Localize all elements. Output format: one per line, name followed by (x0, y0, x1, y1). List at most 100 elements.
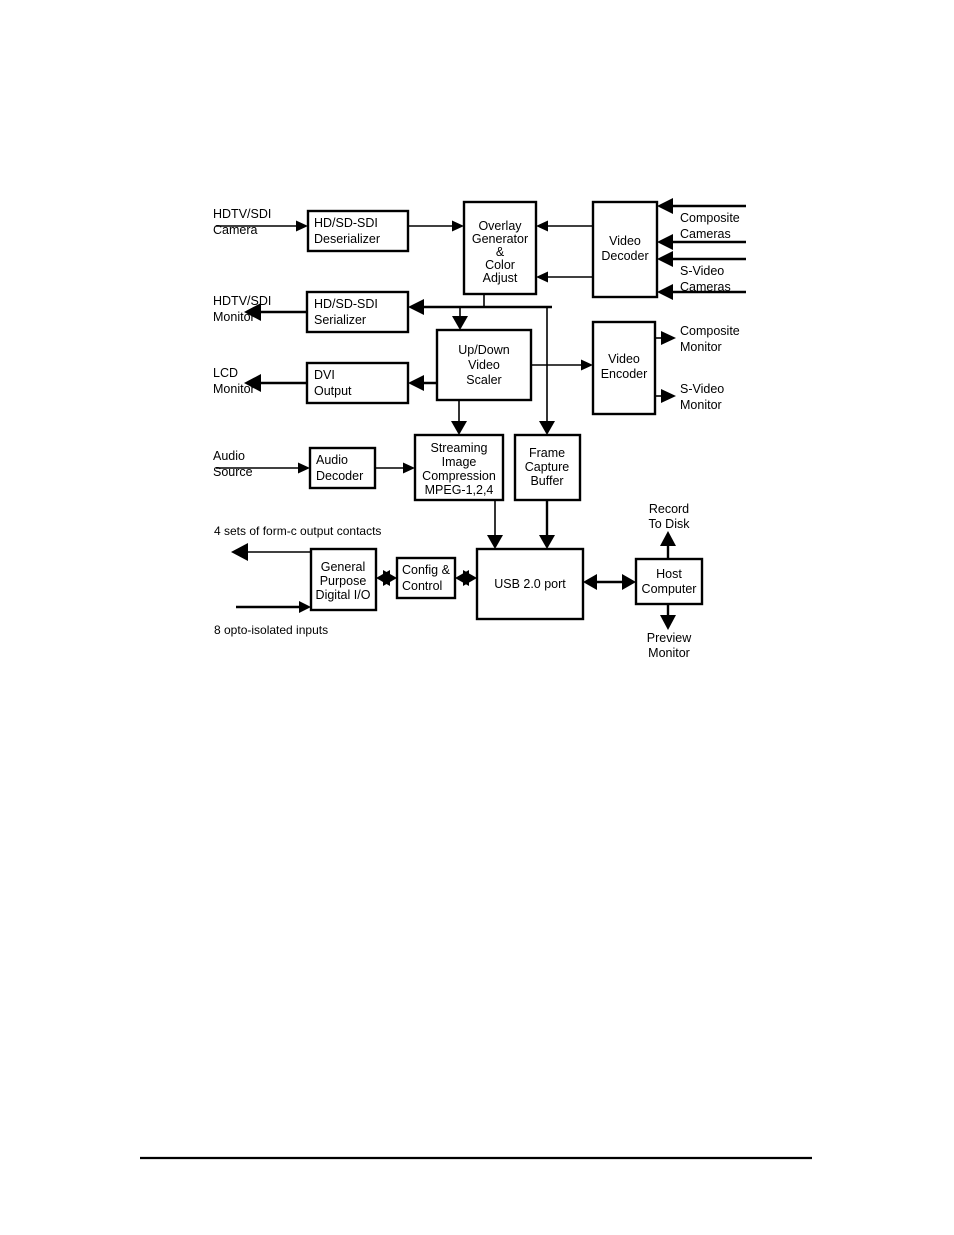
arrowhead-scaler-streaming (451, 421, 467, 435)
block-host-computer[interactable]: Host Computer (634, 557, 704, 606)
label-audio-source-line-0: Audio (213, 449, 245, 463)
block-usb-line-0: USB 2.0 port (494, 577, 566, 591)
arrowhead-decoder-overlay-1 (536, 220, 548, 232)
label-lcd-monitor-line-1: Monitor (213, 382, 255, 396)
arrowhead-overlay-scaler (452, 316, 468, 330)
arrowhead-gpio-formc (231, 543, 248, 561)
label-composite-cameras-line-1: Cameras (680, 227, 731, 241)
arrowhead-svideo-cam-2 (657, 284, 673, 300)
label-lcd-monitor-line-0: LCD (213, 366, 238, 380)
arrowhead-scaler-dvi (408, 375, 424, 391)
arrowhead-opto-gpio (299, 601, 311, 613)
block-host-line-0: Host (656, 567, 682, 581)
block-usb-port[interactable]: USB 2.0 port (475, 547, 585, 621)
label-composite-cameras-line-0: Composite (680, 211, 740, 225)
block-video-scaler[interactable]: Up/Down Video Scaler (435, 328, 533, 402)
label-audio-source-line-1: Source (213, 465, 253, 479)
label-hdtv-sdi-camera-line-0: HDTV/SDI (213, 207, 271, 221)
block-streaming-compression[interactable]: Streaming Image Compression MPEG-1,2,4 (413, 433, 505, 502)
block-overlay-generator[interactable]: Overlay Generator & Color Adjust (462, 200, 538, 296)
arrowhead-scaler-encoder (581, 359, 593, 371)
block-frame-capture-buffer[interactable]: Frame Capture Buffer (513, 433, 582, 502)
block-video-encoder[interactable]: Video Encoder (591, 320, 657, 416)
label-preview-monitor: Preview Monitor (647, 631, 692, 660)
block-overlay-line-1: Generator (472, 232, 528, 246)
label-hdtv-sdi-camera-line-1: Camera (213, 223, 258, 237)
arrowhead-composite-cam-2 (657, 234, 673, 250)
label-preview-monitor-line-0: Preview (647, 631, 692, 645)
block-config-line-1: Control (402, 579, 442, 593)
label-preview-monitor-line-1: Monitor (648, 646, 690, 660)
block-serializer-line-1: Serializer (314, 313, 366, 327)
block-audio-decoder-line-1: Decoder (316, 469, 363, 483)
block-overlay-line-4: Adjust (483, 271, 518, 285)
block-gpio-line-1: Purpose (320, 574, 367, 588)
block-host-line-1: Computer (642, 582, 697, 596)
label-hdtv-sdi-monitor-line-0: HDTV/SDI (213, 294, 271, 308)
label-composite-cameras: Composite Cameras (680, 211, 740, 241)
block-video-encoder-line-1: Encoder (601, 367, 648, 381)
block-dvi-output-line-1: Output (314, 384, 352, 398)
block-frame-capture-line-0: Frame (529, 446, 565, 460)
arrowhead-host-record (660, 531, 676, 546)
label-record-to-disk: Record To Disk (649, 502, 691, 531)
arrowhead-encoder-composite (661, 331, 676, 345)
label-s-video-cameras: S-Video Cameras (680, 264, 731, 294)
block-dvi-output-line-0: DVI (314, 368, 335, 382)
arrowhead-audiodecoder-streaming (403, 462, 415, 474)
label-record-to-disk-line-1: To Disk (649, 517, 691, 531)
block-video-scaler-line-0: Up/Down (458, 343, 509, 357)
block-video-decoder[interactable]: Video Decoder (591, 200, 659, 299)
block-overlay-line-2: & (496, 245, 505, 259)
arrowhead-host-preview (660, 615, 676, 630)
arrowhead-deserializer-overlay (452, 220, 464, 232)
block-gpio[interactable]: General Purpose Digital I/O (309, 547, 378, 612)
block-layer: HD/SD-SDI Deserializer Overlay Generator… (305, 200, 704, 621)
arrowhead-composite-cam-1 (657, 198, 673, 214)
arrowhead-camera-deserializer (296, 220, 308, 232)
label-composite-monitor-line-0: Composite (680, 324, 740, 338)
block-video-encoder-line-0: Video (608, 352, 640, 366)
block-streaming-line-1: Image (442, 455, 477, 469)
block-deserializer-line-1: Deserializer (314, 232, 380, 246)
block-video-scaler-line-1: Video (468, 358, 500, 372)
block-deserializer[interactable]: HD/SD-SDI Deserializer (306, 209, 410, 253)
arrowhead-overlay-serializer (408, 299, 424, 315)
block-serializer[interactable]: HD/SD-SDI Serializer (305, 290, 410, 334)
block-config-control[interactable]: Config & Control (395, 556, 457, 600)
label-record-to-disk-line-0: Record (649, 502, 689, 516)
label-hdtv-sdi-monitor-line-1: Monitor (213, 310, 255, 324)
arrowhead-usb-host-left (583, 574, 597, 590)
arrowhead-overlay-framecapture (539, 421, 555, 435)
block-streaming-line-3: MPEG-1,2,4 (425, 483, 494, 497)
label-s-video-monitor-line-0: S-Video (680, 382, 724, 396)
block-deserializer-line-0: HD/SD-SDI (314, 216, 378, 230)
arrowhead-framecapture-usb (539, 535, 555, 549)
block-dvi-output[interactable]: DVI Output (305, 361, 410, 405)
page-canvas: HD/SD-SDI Deserializer Overlay Generator… (0, 0, 954, 1235)
label-opto-inputs: 8 opto-isolated inputs (214, 623, 328, 637)
block-streaming-line-0: Streaming (431, 441, 488, 455)
arrowhead-usb-host-right (622, 574, 636, 590)
label-composite-monitor: Composite Monitor (680, 324, 740, 354)
label-s-video-monitor-line-1: Monitor (680, 398, 722, 412)
block-video-decoder-line-0: Video (609, 234, 641, 248)
block-serializer-line-0: HD/SD-SDI (314, 297, 378, 311)
label-form-c-outputs: 4 sets of form-c output contacts (214, 524, 381, 538)
arrowhead-audiosource-decoder (298, 462, 310, 474)
arrowhead-encoder-svideo (661, 389, 676, 403)
block-streaming-line-2: Compression (422, 469, 496, 483)
block-audio-decoder[interactable]: Audio Decoder (308, 446, 377, 490)
block-gpio-line-0: General (321, 560, 365, 574)
label-hdtv-sdi-monitor: HDTV/SDI Monitor (213, 294, 271, 324)
block-frame-capture-line-1: Capture (525, 460, 570, 474)
label-audio-source: Audio Source (213, 449, 253, 479)
block-frame-capture-line-2: Buffer (530, 474, 563, 488)
label-s-video-cameras-line-1: Cameras (680, 280, 731, 294)
label-s-video-cameras-line-0: S-Video (680, 264, 724, 278)
block-overlay-line-3: Color (485, 258, 515, 272)
block-audio-decoder-line-0: Audio (316, 453, 348, 467)
arrowhead-svideo-cam-1 (657, 251, 673, 267)
block-gpio-line-2: Digital I/O (316, 588, 371, 602)
arrowhead-config-usb-right (463, 570, 477, 586)
